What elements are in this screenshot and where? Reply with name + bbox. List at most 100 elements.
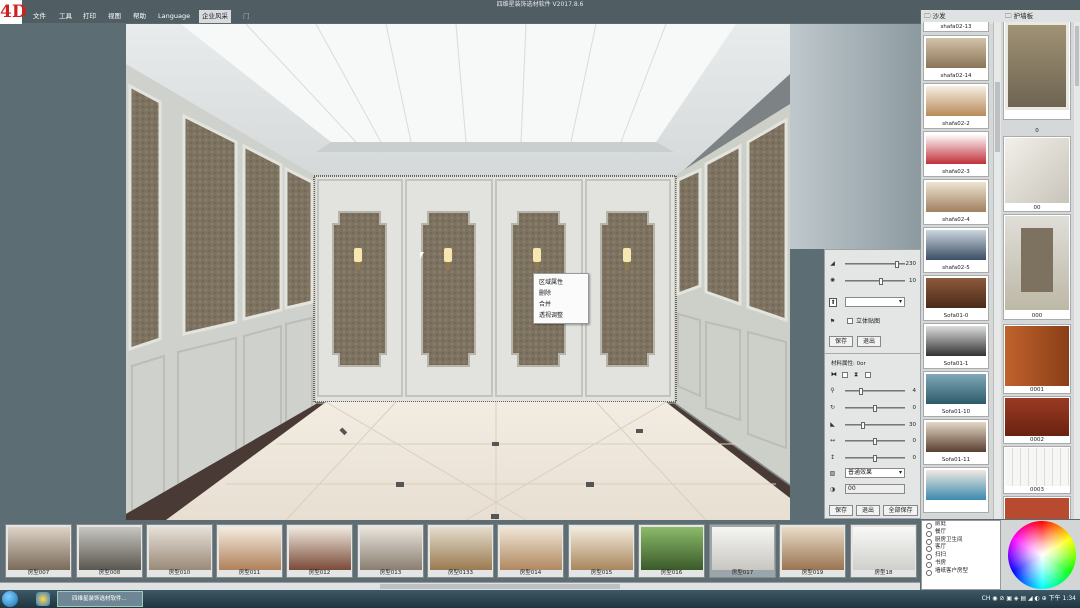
light-slider[interactable] [845, 422, 905, 429]
room-thumbnail-strip: 房型007 房型008 房型010 房型011 房型012 房型013 房型01… [0, 520, 920, 582]
room-type-item[interactable]: 客厅 [922, 544, 1000, 553]
catalog-item[interactable]: shafa02-3 [923, 131, 989, 177]
ctx-delete[interactable]: 删除 [534, 288, 588, 299]
browser-icon[interactable] [36, 592, 50, 606]
menu-view[interactable]: 视图 [105, 10, 124, 23]
catalog-item[interactable]: shafa02-13 [923, 22, 989, 32]
sofa-tab-header[interactable]: 🗀 沙发 [921, 10, 1001, 22]
effect-select[interactable]: 普通效果 ▾ [845, 468, 905, 478]
contrast-slider[interactable] [845, 278, 905, 285]
exit-button[interactable]: 退出 [857, 336, 881, 347]
room-thumbnail[interactable]: 房型0133 [427, 524, 494, 578]
room-type-item[interactable]: 厨房卫生间 [922, 537, 1000, 545]
room-thumbnail[interactable]: 房型015 [568, 524, 635, 578]
room-thumbnail[interactable]: 房型18 [850, 524, 917, 578]
3d-texture-checkbox[interactable] [847, 318, 853, 324]
slider-knob[interactable] [873, 438, 877, 445]
catalog-item[interactable]: 0001 [1003, 324, 1071, 394]
room-preview [8, 527, 70, 570]
room-type-item[interactable]: 扫扫 [922, 552, 1000, 560]
catalog-item[interactable]: 0 [1003, 126, 1071, 134]
system-tray[interactable]: CH ◉ ⊘ ▣ ◈ ▤ ◢ ◐ ⊕ 下午 1:34 [982, 590, 1076, 608]
start-button-icon[interactable] [2, 591, 18, 607]
panel-thumbnail [1005, 398, 1069, 436]
catalog1-scrollbar[interactable] [993, 22, 1001, 519]
catalog-item[interactable]: Sofa01-11 [923, 419, 989, 465]
room-type-item[interactable]: 墙纸客户房型 [922, 568, 1000, 576]
room-type-item[interactable]: 前庭 [922, 521, 1000, 529]
angle-input[interactable]: 00 [845, 484, 905, 494]
slider-knob[interactable] [861, 422, 865, 429]
flip-v-checkbox[interactable] [865, 372, 871, 378]
ctx-region-properties[interactable]: 区域属性 [534, 277, 588, 288]
room-thumbnail[interactable]: 房型012 [286, 524, 353, 578]
color-wheel[interactable] [1008, 521, 1076, 589]
brightness-slider[interactable] [845, 261, 905, 268]
menu-tools[interactable]: 工具 [56, 10, 75, 23]
scroll-thumb[interactable] [380, 584, 620, 589]
save-all-button[interactable]: 全部保存 [883, 505, 918, 516]
room-strip-scrollbar[interactable] [0, 582, 920, 590]
sofa-thumbnail [926, 422, 986, 452]
scroll-thumb[interactable] [1075, 26, 1079, 86]
save-button-2[interactable]: 保存 [829, 505, 853, 516]
vertical-slider[interactable] [845, 455, 905, 462]
room-thumbnail[interactable]: 房型011 [216, 524, 283, 578]
catalog-item[interactable]: 00 [1003, 136, 1071, 212]
catalog-item[interactable]: shafa02-4 [923, 179, 989, 225]
ctx-merge[interactable]: 合并 [534, 299, 588, 310]
catalog-item[interactable]: shafa02-14 [923, 35, 989, 81]
room-thumbnail[interactable]: 房型007 [5, 524, 72, 578]
room-thumbnail[interactable]: 房型010 [146, 524, 213, 578]
horizontal-slider[interactable] [845, 438, 905, 445]
slider-knob[interactable] [895, 261, 899, 268]
save-button[interactable]: 保存 [829, 336, 853, 347]
menu-help[interactable]: 帮助 [130, 10, 149, 23]
slider-knob[interactable] [879, 278, 883, 285]
menu-door[interactable]: 门 [240, 10, 253, 23]
catalog-item[interactable]: Sofa01-1 [923, 323, 989, 369]
room-thumbnail[interactable]: 房型008 [76, 524, 143, 578]
taskbar-app-button[interactable]: 四维星装饰选材软件... [57, 591, 143, 607]
catalog-item[interactable] [1003, 22, 1071, 120]
exit-button-2[interactable]: 退出 [856, 505, 880, 516]
catalog-item[interactable] [923, 467, 989, 513]
room-thumbnail[interactable]: 房型014 [497, 524, 564, 578]
catalog-item[interactable]: 000 [1003, 214, 1071, 320]
catalog-item[interactable]: Sofa01-10 [923, 371, 989, 417]
slider-knob[interactable] [873, 455, 877, 462]
wall-panel-tab[interactable]: 🗀 护墙板 [1001, 10, 1080, 22]
scroll-thumb[interactable] [995, 82, 1000, 152]
menu-file[interactable]: 文件 [30, 10, 49, 23]
catalog-item[interactable]: shafa02-5 [923, 227, 989, 273]
room-type-item[interactable]: 书房 [922, 560, 1000, 568]
upload-icon[interactable]: ⬆ [829, 298, 837, 307]
menu-language[interactable]: Language [155, 10, 193, 23]
catalog-item[interactable]: 0002 [1003, 396, 1071, 444]
room-thumbnail[interactable]: 房型013 [357, 524, 424, 578]
texture-select[interactable]: ▾ [845, 297, 905, 307]
catalog-item[interactable]: shafa02-2 [923, 83, 989, 129]
room-thumbnail[interactable]: 房型016 [638, 524, 705, 578]
zoom-slider[interactable] [845, 388, 905, 395]
menu-company[interactable]: 企业风采 [199, 10, 231, 23]
flip-horizontal-icon[interactable]: ⧓ [831, 371, 837, 378]
room-label: 房型019 [801, 570, 824, 576]
slider-knob[interactable] [859, 388, 863, 395]
flip-vertical-icon[interactable]: ⧗ [854, 371, 858, 379]
flip-h-checkbox[interactable] [842, 372, 848, 378]
light-icon: ◣ [830, 421, 835, 428]
slider-knob[interactable] [873, 405, 877, 412]
ctx-perspective-adjust[interactable]: 透视调整 [534, 310, 588, 321]
rotate-slider[interactable] [845, 405, 905, 412]
render-viewport[interactable] [126, 24, 790, 520]
catalog-item[interactable]: 0003 [1003, 446, 1071, 494]
catalog2-scrollbar[interactable] [1074, 22, 1080, 519]
menu-print[interactable]: 打印 [80, 10, 99, 23]
room-thumbnail-selected[interactable]: 房型017 [709, 524, 776, 578]
room-thumbnail[interactable]: 房型019 [779, 524, 846, 578]
room-type-item[interactable]: 餐厅 [922, 529, 1000, 537]
wall-panel-tab-label: 护墙板 [1013, 12, 1034, 20]
catalog-item[interactable] [1003, 496, 1071, 519]
catalog-item[interactable]: Sofa01-0 [923, 275, 989, 321]
